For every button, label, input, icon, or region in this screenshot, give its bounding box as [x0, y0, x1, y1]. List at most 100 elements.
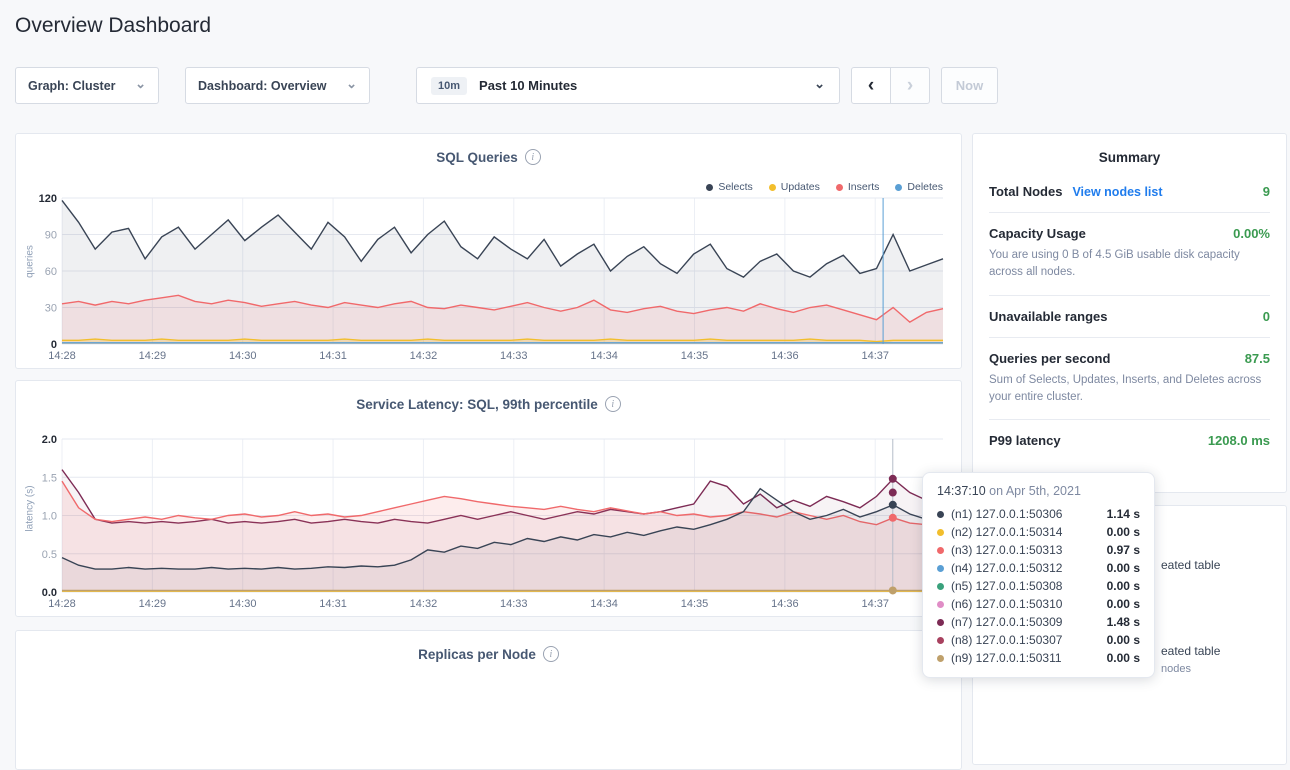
tooltip-node-row: (n3) 127.0.0.1:503130.97 s: [937, 541, 1140, 559]
svg-text:14:31: 14:31: [319, 598, 347, 610]
legend-dot: [706, 184, 713, 191]
summary-label: Unavailable ranges: [989, 309, 1108, 324]
toolbar: Graph: Cluster ⌄ Dashboard: Overview ⌄ 1…: [15, 67, 1275, 105]
summary-title: Summary: [989, 150, 1270, 165]
svg-text:1.5: 1.5: [42, 472, 57, 484]
chart-title: Replicas per Node: [418, 647, 536, 662]
tooltip-node-row: (n1) 127.0.0.1:50306 1.14 s: [937, 505, 1140, 523]
now-button[interactable]: Now: [941, 67, 998, 104]
time-next-button[interactable]: ›: [890, 67, 930, 104]
node-latency-value: 0.00 s: [1107, 651, 1140, 665]
svg-text:14:37: 14:37: [861, 598, 889, 610]
replicas-per-node-chart-card: Replicas per Node i: [15, 630, 962, 770]
summary-description: You are using 0 B of 4.5 GiB usable disk…: [989, 247, 1270, 282]
summary-value: 0.00%: [1233, 226, 1270, 241]
node-latency-value: 1.14 s: [1107, 507, 1140, 521]
info-icon[interactable]: i: [605, 396, 621, 412]
svg-text:90: 90: [45, 230, 57, 242]
node-latency-value: 0.00 s: [1107, 525, 1140, 539]
chevron-left-icon: ‹: [868, 75, 874, 97]
node-color-dot: [937, 637, 944, 644]
svg-text:14:29: 14:29: [139, 350, 167, 362]
dashboard-dropdown[interactable]: Dashboard: Overview ⌄: [185, 67, 370, 104]
time-prev-button[interactable]: ‹: [851, 67, 891, 104]
summary-value: 87.5: [1245, 351, 1270, 366]
service-latency-plot[interactable]: 14:2814:2914:3014:3114:3214:3314:3414:35…: [24, 433, 949, 610]
graph-dropdown[interactable]: Graph: Cluster ⌄: [15, 67, 159, 104]
graph-dropdown-label: Graph: Cluster: [28, 79, 116, 93]
svg-text:14:34: 14:34: [590, 350, 618, 362]
tooltip-time: 14:37:10: [937, 484, 986, 498]
svg-text:14:30: 14:30: [229, 350, 257, 362]
tooltip-title: 14:37:10 on Apr 5th, 2021: [937, 484, 1140, 498]
svg-text:14:33: 14:33: [500, 598, 528, 610]
svg-text:14:37: 14:37: [861, 350, 889, 362]
summary-row: Capacity Usage 0.00% You are using 0 B of …: [989, 212, 1270, 295]
svg-text:14:33: 14:33: [500, 350, 528, 362]
sql-queries-plot[interactable]: 14:2814:2914:3014:3114:3214:3314:3414:35…: [24, 192, 949, 362]
tooltip-node-row: (n7) 127.0.0.1:503091.48 s: [937, 613, 1140, 631]
info-icon[interactable]: i: [525, 149, 541, 165]
summary-label: Total Nodes: [989, 184, 1062, 199]
summary-label: Queries per second: [989, 351, 1110, 366]
summary-row: Total Nodes View nodes list 9: [989, 171, 1270, 212]
node-label: (n6) 127.0.0.1:50310: [951, 597, 1062, 611]
node-label: (n2) 127.0.0.1:50314: [951, 525, 1062, 539]
svg-text:2.0: 2.0: [42, 434, 57, 446]
svg-text:14:32: 14:32: [410, 350, 438, 362]
chevron-down-icon: ⌄: [346, 79, 357, 89]
time-range-badge: 10m: [431, 77, 467, 95]
summary-description: Sum of Selects, Updates, Inserts, and De…: [989, 372, 1270, 407]
svg-text:0: 0: [51, 339, 57, 351]
event-text-fragment: eated table: [1161, 644, 1220, 658]
tooltip-node-row: (n5) 127.0.0.1:503080.00 s: [937, 577, 1140, 595]
summary-label: P99 latency: [989, 433, 1061, 448]
svg-text:30: 30: [45, 303, 57, 315]
sql-queries-chart-card: SQL Queries i SelectsUpdatesInsertsDelet…: [15, 133, 962, 369]
node-color-dot: [937, 655, 944, 662]
summary-rows: Total Nodes View nodes list 9 Capacity Usag…: [989, 171, 1270, 461]
tooltip-node-row: (n9) 127.0.0.1:503110.00 s: [937, 649, 1140, 667]
event-text-fragment: nodes: [1161, 663, 1191, 675]
svg-text:14:36: 14:36: [771, 350, 799, 362]
svg-text:120: 120: [39, 193, 57, 205]
node-label: (n1) 127.0.0.1:50306: [951, 507, 1062, 521]
svg-text:14:29: 14:29: [139, 598, 167, 610]
node-color-dot: [937, 583, 944, 590]
tooltip-node-row: (n4) 127.0.0.1:503120.00 s: [937, 559, 1140, 577]
summary-value: 1208.0 ms: [1208, 433, 1270, 448]
svg-text:14:32: 14:32: [410, 598, 438, 610]
summary-value: 9: [1263, 184, 1270, 199]
legend-dot: [836, 184, 843, 191]
node-label: (n4) 127.0.0.1:50312: [951, 561, 1062, 575]
node-label: (n8) 127.0.0.1:50307: [951, 633, 1062, 647]
chart-title: Service Latency: SQL, 99th percentile: [356, 397, 598, 412]
tooltip-node-row: (n2) 127.0.0.1:50314 0.00 s: [937, 523, 1140, 541]
summary-row: P99 latency 1208.0 ms: [989, 419, 1270, 461]
time-range-label: Past 10 Minutes: [479, 78, 577, 93]
tooltip-rows: (n1) 127.0.0.1:50306 1.14 s (n2) 127.0.0.1…: [937, 505, 1140, 667]
svg-text:14:28: 14:28: [48, 598, 76, 610]
summary-row: Queries per second 87.5 Sum of Selects, Up…: [989, 337, 1270, 420]
node-color-dot: [937, 511, 944, 518]
svg-text:14:28: 14:28: [48, 350, 76, 362]
node-latency-value: 0.00 s: [1107, 633, 1140, 647]
node-color-dot: [937, 619, 944, 626]
chevron-down-icon: ⌄: [135, 79, 146, 89]
svg-text:1.0: 1.0: [42, 511, 57, 523]
summary-label: Capacity Usage: [989, 226, 1086, 241]
service-latency-chart-card: Service Latency: SQL, 99th percentile i …: [15, 380, 962, 617]
node-color-dot: [937, 565, 944, 572]
dashboard-dropdown-label: Dashboard: Overview: [198, 79, 327, 93]
view-nodes-list-link[interactable]: View nodes list: [1072, 185, 1162, 199]
svg-text:0.0: 0.0: [42, 587, 57, 599]
node-label: (n3) 127.0.0.1:50313: [951, 543, 1062, 557]
tooltip-node-row: (n6) 127.0.0.1:503100.00 s: [937, 595, 1140, 613]
node-color-dot: [937, 601, 944, 608]
page-title: Overview Dashboard: [15, 14, 211, 38]
time-range-picker[interactable]: 10m Past 10 Minutes ⌄: [416, 67, 840, 104]
chart-tooltip: 14:37:10 on Apr 5th, 2021 (n1) 127.0.0.1…: [922, 472, 1155, 678]
node-latency-value: 0.00 s: [1107, 579, 1140, 593]
svg-text:14:35: 14:35: [681, 598, 709, 610]
info-icon[interactable]: i: [543, 646, 559, 662]
